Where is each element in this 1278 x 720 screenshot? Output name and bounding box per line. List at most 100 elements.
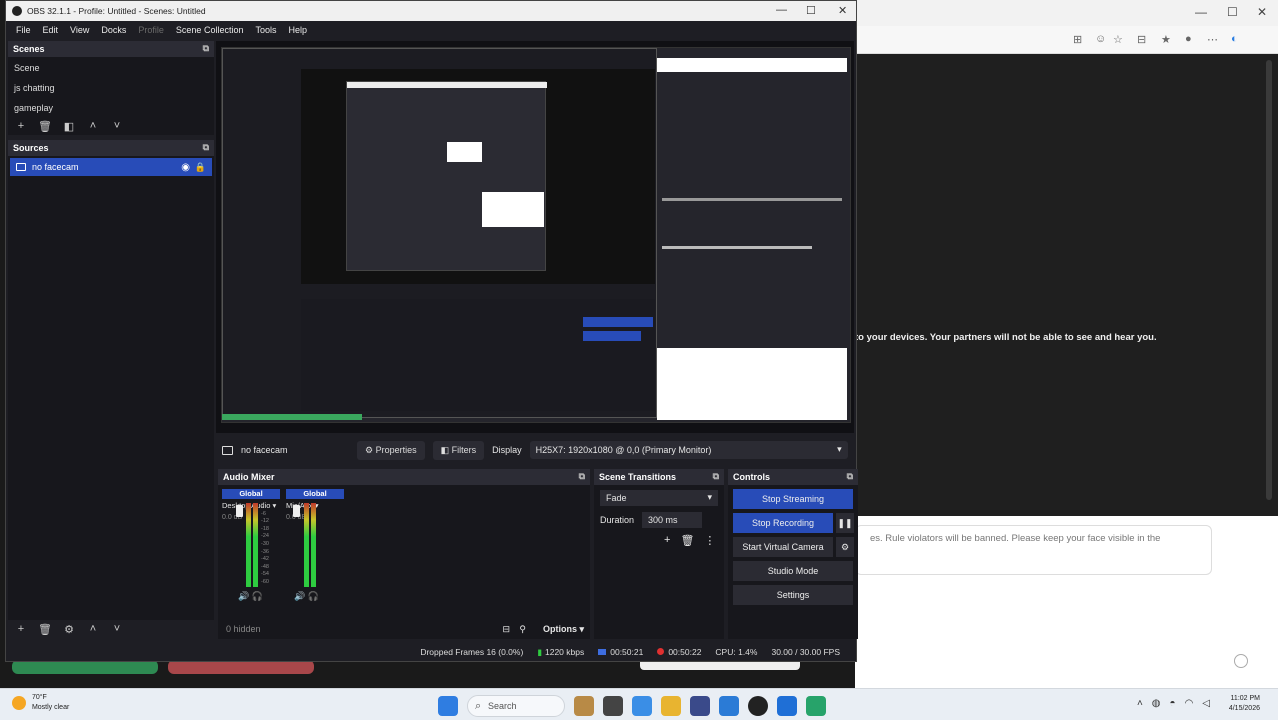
reader-icon[interactable]: ☺	[1095, 33, 1106, 45]
add-transition-icon[interactable]: +	[664, 534, 670, 547]
move-up-icon[interactable]: ˄	[86, 623, 100, 635]
volume-icon[interactable]: ◁	[1202, 698, 1210, 709]
edge-icon[interactable]	[719, 696, 739, 716]
channel-head: Global	[222, 489, 280, 499]
app-icon[interactable]	[777, 696, 797, 716]
menu-view[interactable]: View	[64, 25, 95, 35]
menu-edit[interactable]: Edit	[37, 25, 65, 35]
tray-app-icon[interactable]: ◍	[1152, 698, 1161, 709]
start-icon[interactable]	[438, 696, 458, 716]
store-icon[interactable]	[690, 696, 710, 716]
favorite-icon[interactable]: ☆	[1113, 33, 1123, 46]
widgets-icon[interactable]	[574, 696, 594, 716]
scene-item[interactable]: js chatting	[8, 77, 214, 97]
close-icon[interactable]: ✕	[1257, 5, 1267, 19]
obs-maximize-icon[interactable]: ☐	[806, 4, 816, 17]
dock-float-icon[interactable]: ⧉	[203, 142, 209, 153]
favorites-bar-icon[interactable]: ★	[1161, 33, 1171, 46]
options-button[interactable]: Options ▾	[543, 624, 584, 635]
duration-spinbox[interactable]: 300 ms	[642, 512, 703, 528]
scene-item[interactable]: Scene	[8, 57, 214, 77]
remove-source-icon[interactable]: 🗑	[38, 623, 52, 636]
pause-icon[interactable]: ❚❚	[836, 513, 854, 533]
move-down-icon[interactable]: ˅	[110, 623, 124, 635]
scene-item[interactable]: gameplay	[8, 97, 214, 117]
virtual-camera-gear-icon[interactable]: ⚙	[836, 537, 854, 557]
clock[interactable]: 11:02 PM 4/15/2026	[1229, 694, 1260, 714]
menu-tools[interactable]: Tools	[249, 25, 282, 35]
weather-widget[interactable]: 70°F Mostly clear	[12, 693, 69, 713]
copilot-icon[interactable]: ◐	[1231, 33, 1238, 45]
speaker-icon[interactable]: 🔊	[238, 591, 249, 601]
task-view-icon[interactable]	[603, 696, 623, 716]
browser-toolbar: ⊞ ☺ ☆ ⊟ ★ ● ⋯ ◐	[855, 26, 1278, 54]
file-explorer-icon[interactable]	[661, 696, 681, 716]
emoji-icon[interactable]	[1234, 654, 1248, 668]
visibility-eye-icon[interactable]: ◉	[181, 162, 190, 173]
wifi-icon[interactable]: ◠	[1185, 698, 1194, 709]
maximize-icon[interactable]: ☐	[1227, 5, 1238, 19]
volume-meter	[304, 503, 309, 587]
remove-transition-icon[interactable]: 🗑	[680, 534, 694, 547]
filters-button[interactable]: ◧ Filters	[432, 440, 485, 460]
remove-scene-icon[interactable]: 🗑	[38, 120, 52, 133]
obs-taskbar-icon[interactable]	[748, 696, 768, 716]
filter-icon[interactable]: ◧	[62, 120, 76, 133]
tray-overflow-icon[interactable]: ˄	[1137, 698, 1143, 709]
source-item[interactable]: no facecam ◉ 🔒	[10, 158, 212, 176]
mixer-layout-icon[interactable]: ⊟	[502, 624, 510, 635]
dock-float-icon[interactable]: ⧉	[203, 43, 209, 54]
transition-select[interactable]: Fade	[600, 490, 718, 506]
browser-taskbar-icon[interactable]	[806, 696, 826, 716]
scale-tick: -36	[261, 548, 269, 555]
properties-button[interactable]: ⚙ Properties	[357, 440, 425, 460]
channel-name[interactable]: Desktop Audio ▾	[222, 501, 280, 510]
mixer-link-icon[interactable]: ⚲	[519, 624, 526, 635]
add-source-icon[interactable]: +	[14, 623, 28, 635]
transition-menu-icon[interactable]: ⋮	[704, 534, 715, 547]
dock-float-icon[interactable]: ⧉	[579, 471, 585, 482]
stop-recording-button[interactable]: Stop Recording	[733, 513, 833, 533]
scale-tick: -48	[261, 563, 269, 570]
menu-profile[interactable]: Profile	[132, 25, 170, 35]
menu-help[interactable]: Help	[282, 25, 313, 35]
source-settings-gear-icon[interactable]: ⚙	[62, 623, 76, 636]
nested-controls	[301, 299, 655, 411]
move-up-icon[interactable]: ˄	[86, 120, 100, 132]
tab-action-icon[interactable]: ⊞	[1073, 33, 1082, 46]
minimize-icon[interactable]: —	[1195, 5, 1207, 19]
menu-docks[interactable]: Docks	[95, 25, 132, 35]
collections-icon[interactable]: ⊟	[1137, 33, 1146, 46]
obs-minimize-icon[interactable]: —	[776, 4, 787, 16]
settings-button[interactable]: Settings	[733, 585, 853, 605]
volume-fader[interactable]	[236, 505, 243, 517]
program-preview[interactable]	[216, 41, 854, 433]
taskbar-search[interactable]: Search	[467, 695, 565, 717]
profile-icon[interactable]: ●	[1185, 33, 1192, 45]
page-scrollbar[interactable]	[1266, 60, 1272, 500]
nested-progress-bar	[222, 414, 362, 420]
rec-time-value: 00:50:22	[668, 647, 702, 657]
start-virtual-camera-button[interactable]: Start Virtual Camera	[733, 537, 833, 557]
copilot-app-icon[interactable]	[632, 696, 652, 716]
nested-chat-area	[657, 348, 847, 420]
menu-file[interactable]: File	[10, 25, 37, 35]
dock-float-icon[interactable]: ⧉	[847, 471, 853, 482]
dock-float-icon[interactable]: ⧉	[713, 471, 719, 482]
headphones-icon[interactable]: 🎧	[252, 591, 263, 601]
volume-fader[interactable]	[293, 505, 300, 517]
speaker-icon[interactable]: 🔊	[294, 591, 305, 601]
tray-app-icon[interactable]: ◓	[1170, 698, 1176, 709]
display-select[interactable]: H25X7: 1920x1080 @ 0,0 (Primary Monitor)	[529, 441, 848, 459]
lock-icon[interactable]: 🔒	[195, 162, 206, 173]
nested-browser-bar	[657, 58, 847, 72]
add-scene-icon[interactable]: +	[14, 120, 28, 132]
menu-scene-collection[interactable]: Scene Collection	[170, 25, 250, 35]
headphones-icon[interactable]: 🎧	[308, 591, 319, 601]
move-down-icon[interactable]: ˅	[110, 120, 124, 132]
nested-text-line	[662, 246, 812, 249]
more-icon[interactable]: ⋯	[1207, 33, 1218, 46]
obs-close-icon[interactable]: ✕	[838, 4, 847, 17]
studio-mode-button[interactable]: Studio Mode	[733, 561, 853, 581]
stop-streaming-button[interactable]: Stop Streaming	[733, 489, 853, 509]
